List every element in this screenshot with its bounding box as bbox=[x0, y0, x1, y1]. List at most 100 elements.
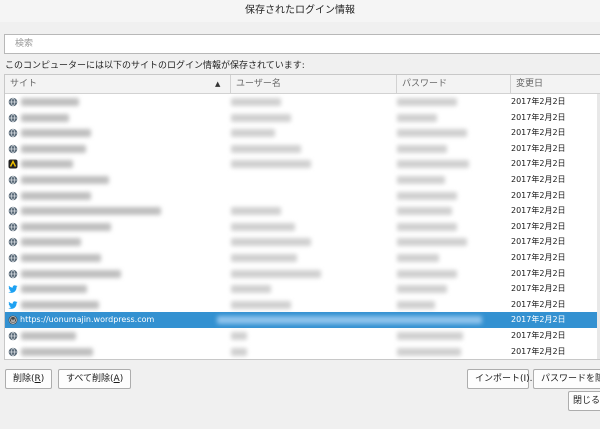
redacted-value bbox=[21, 113, 69, 122]
wordpress-icon bbox=[8, 315, 18, 325]
changed-date-cell: 2017年2月2日 bbox=[511, 206, 566, 216]
redacted-value bbox=[231, 347, 247, 356]
table-row[interactable]: 2017年2月2日 bbox=[5, 219, 600, 235]
table-row[interactable]: 2017年2月2日 bbox=[5, 141, 600, 157]
column-header-username[interactable]: ユーザー名 bbox=[231, 75, 397, 94]
redacted-value bbox=[231, 269, 321, 278]
redacted-value bbox=[231, 300, 291, 309]
table-row[interactable]: 2017年2月2日 bbox=[5, 110, 600, 126]
redacted-value bbox=[397, 160, 469, 169]
redacted-value bbox=[21, 191, 91, 200]
table-row[interactable]: 2017年2月2日 bbox=[5, 125, 600, 141]
redacted-value bbox=[231, 331, 247, 340]
redacted-value bbox=[397, 98, 457, 106]
redacted-value bbox=[21, 347, 93, 356]
remove-button[interactable]: 削除(R) bbox=[5, 369, 53, 389]
changed-date-cell: 2017年2月2日 bbox=[511, 174, 566, 184]
redacted-value bbox=[21, 129, 91, 138]
redacted-value bbox=[231, 144, 301, 153]
redacted-value bbox=[231, 207, 281, 216]
redacted-value bbox=[21, 98, 79, 106]
redacted-value bbox=[397, 347, 461, 356]
redacted-value bbox=[21, 207, 161, 216]
redacted-value bbox=[21, 222, 111, 231]
globe-icon bbox=[8, 347, 18, 357]
redacted-value bbox=[231, 98, 281, 106]
window-title: 保存されたログイン情報 bbox=[0, 0, 600, 22]
table-row[interactable]: 2017年2月2日 bbox=[5, 234, 600, 250]
changed-date-cell: 2017年2月2日 bbox=[511, 159, 566, 169]
changed-date-cell: 2017年2月2日 bbox=[511, 237, 566, 247]
globe-icon bbox=[8, 237, 18, 247]
changed-date-cell: 2017年2月2日 bbox=[511, 221, 566, 231]
redacted-value bbox=[21, 285, 87, 294]
remove-all-button[interactable]: すべて削除(A) bbox=[58, 369, 132, 389]
globe-icon bbox=[8, 191, 18, 201]
column-header-site[interactable]: サイト bbox=[5, 75, 231, 94]
redacted-value bbox=[397, 207, 452, 216]
globe-icon bbox=[8, 222, 18, 232]
table-row[interactable]: 2017年2月2日 bbox=[5, 297, 600, 313]
redacted-value bbox=[231, 285, 271, 294]
globe-icon bbox=[8, 331, 18, 341]
site-cell: https://uonumajin.wordpress.com bbox=[20, 315, 155, 325]
redacted-value bbox=[397, 113, 437, 122]
redacted-value bbox=[21, 144, 86, 153]
changed-date-cell: 2017年2月2日 bbox=[511, 299, 566, 309]
redacted-value bbox=[231, 160, 311, 169]
redacted-value bbox=[397, 300, 435, 309]
table-row[interactable]: 2017年2月2日 bbox=[5, 172, 600, 188]
table-row-selected[interactable]: https://uonumajin.wordpress.com 2017年2月2日 bbox=[5, 312, 600, 328]
changed-date-cell: 2017年2月2日 bbox=[511, 128, 566, 138]
search-box[interactable] bbox=[4, 34, 600, 54]
twitter-icon bbox=[8, 300, 18, 310]
globe-icon bbox=[8, 269, 18, 279]
table-row[interactable]: 2017年2月2日 bbox=[5, 250, 600, 266]
sort-ascending-icon: ▲ bbox=[215, 80, 221, 88]
table-row[interactable]: 2017年2月2日 bbox=[5, 281, 600, 297]
redacted-value bbox=[397, 238, 467, 247]
redacted-value bbox=[217, 316, 482, 325]
table-row[interactable]: 2017年2月2日 bbox=[5, 94, 600, 110]
brand-icon bbox=[8, 159, 18, 169]
globe-icon bbox=[8, 206, 18, 216]
redacted-value bbox=[397, 222, 457, 231]
redacted-value bbox=[231, 222, 295, 231]
redacted-value bbox=[397, 285, 447, 294]
changed-date-cell: 2017年2月2日 bbox=[511, 284, 566, 294]
table-row[interactable]: 2017年2月2日 bbox=[5, 203, 600, 219]
redacted-value bbox=[397, 144, 447, 153]
redacted-value bbox=[397, 129, 467, 138]
table-row[interactable]: 2017年2月2日 bbox=[5, 188, 600, 204]
changed-date-cell: 2017年2月2日 bbox=[511, 330, 566, 340]
redacted-value bbox=[231, 238, 311, 247]
redacted-value bbox=[21, 269, 121, 278]
redacted-value bbox=[21, 238, 81, 247]
globe-icon bbox=[8, 113, 18, 123]
search-input[interactable] bbox=[13, 36, 583, 52]
show-passwords-button[interactable]: パスワードを隠す bbox=[533, 369, 600, 389]
redacted-value bbox=[231, 253, 297, 262]
redacted-value bbox=[231, 113, 291, 122]
redacted-value bbox=[397, 253, 439, 262]
table-body: 2017年2月2日 2017年2月2日 2017年2月2日 2017年2月2日 2017… bbox=[5, 94, 600, 359]
changed-date-cell: 2017年2月2日 bbox=[511, 97, 566, 106]
globe-icon bbox=[8, 97, 18, 107]
column-header-changed[interactable]: 変更日 bbox=[511, 75, 600, 94]
close-button[interactable]: 閉じる(C) bbox=[568, 391, 600, 411]
table-row[interactable]: 2017年2月2日 bbox=[5, 156, 600, 172]
table-row[interactable]: 2017年2月2日 bbox=[5, 344, 600, 360]
globe-icon bbox=[8, 128, 18, 138]
changed-date-cell: 2017年2月2日 bbox=[511, 315, 566, 325]
logins-table[interactable]: サイト ▲ ユーザー名 パスワード 変更日 2017年2月2日 2017年2月2日… bbox=[4, 74, 600, 360]
changed-date-cell: 2017年2月2日 bbox=[511, 190, 566, 200]
column-header-password[interactable]: パスワード bbox=[397, 75, 511, 94]
changed-date-cell: 2017年2月2日 bbox=[511, 268, 566, 278]
table-row[interactable]: 2017年2月2日 bbox=[5, 328, 600, 344]
redacted-value bbox=[21, 300, 99, 309]
import-button[interactable]: インポート(I)... bbox=[467, 369, 538, 389]
redacted-value bbox=[397, 331, 463, 340]
redacted-value bbox=[397, 175, 445, 184]
table-row[interactable]: 2017年2月2日 bbox=[5, 266, 600, 282]
table-header: サイト ▲ ユーザー名 パスワード 変更日 bbox=[5, 75, 600, 94]
